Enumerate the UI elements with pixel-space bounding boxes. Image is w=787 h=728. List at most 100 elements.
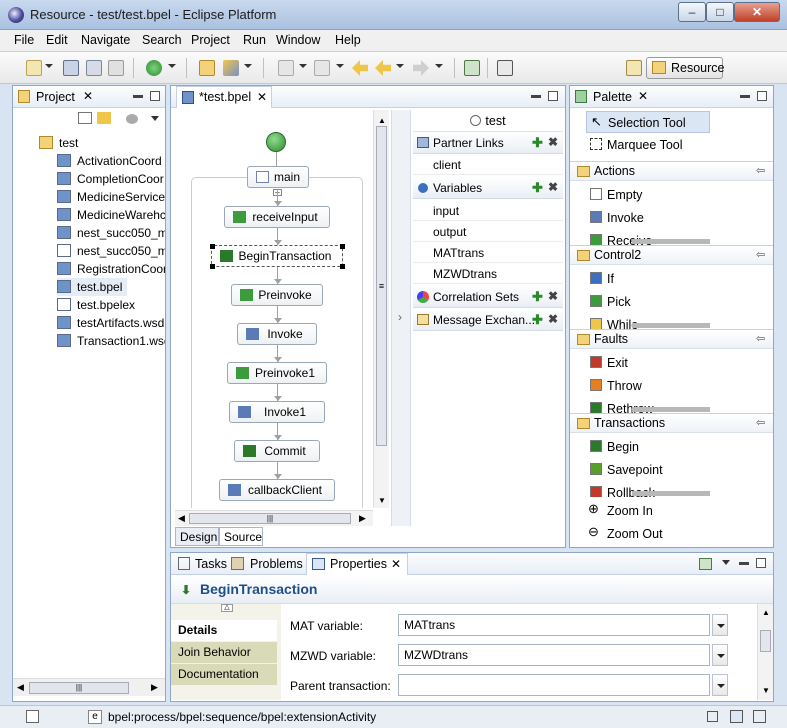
view-menu-icon[interactable]	[151, 116, 159, 121]
side-tab-documentation[interactable]: Documentation	[171, 664, 277, 685]
marquee-tool[interactable]: Marquee Tool	[586, 134, 710, 156]
maximize-button[interactable]: □	[706, 2, 734, 22]
scroll-up-icon[interactable]: ▲	[378, 116, 386, 125]
next-annotation-icon[interactable]	[278, 60, 294, 76]
add-message-exchange-icon[interactable]: ✚	[532, 312, 543, 328]
maximize-view-icon[interactable]	[548, 91, 558, 101]
filter-icon[interactable]	[126, 114, 138, 124]
close-tab-icon[interactable]: ✕	[638, 89, 648, 103]
mat-variable-field[interactable]: MATtrans	[398, 614, 710, 636]
selection-handle[interactable]	[340, 244, 345, 249]
activity-node[interactable]: callbackClient	[219, 479, 335, 501]
side-tab-details[interactable]: Details	[171, 620, 277, 641]
menu-project[interactable]: Project	[191, 33, 230, 47]
restore-icon[interactable]	[707, 711, 718, 722]
delete-partner-link-icon[interactable]: ✖	[548, 135, 558, 149]
selection-tool[interactable]: ↖ Selection Tool	[586, 111, 710, 133]
menu-window[interactable]: Window	[276, 33, 320, 47]
parent-transaction-field[interactable]	[398, 674, 710, 696]
chevron-down-icon[interactable]	[244, 64, 252, 68]
close-tab-icon[interactable]: ✕	[257, 90, 267, 104]
list-item[interactable]: output	[413, 221, 563, 242]
menu-help[interactable]: Help	[335, 33, 361, 47]
tab-design[interactable]: Design	[175, 527, 219, 546]
pin-view-icon[interactable]	[699, 558, 712, 570]
palette-drawer-header[interactable]: Actions ⇦	[570, 161, 773, 181]
add-partner-link-icon[interactable]: ✚	[532, 135, 543, 151]
message-exchanges-header[interactable]: Message Exchan... ✚ ✖	[413, 309, 563, 331]
list-item[interactable]: MATtrans	[413, 242, 563, 263]
list-item[interactable]: MZWDtrans	[413, 263, 563, 284]
chevron-down-icon[interactable]	[712, 674, 728, 696]
prev-annotation-icon[interactable]	[314, 60, 330, 76]
print-icon[interactable]	[108, 60, 124, 76]
fast-view-icon[interactable]	[26, 710, 39, 723]
scroll-thumb[interactable]	[760, 630, 771, 652]
activity-node[interactable]: Commit	[234, 440, 320, 462]
scroll-up-icon[interactable]: ▲	[762, 608, 770, 617]
zoom-in-tool[interactable]: ⊕ Zoom In	[586, 500, 710, 522]
menu-navigate[interactable]: Navigate	[81, 33, 130, 47]
scroll-left-icon[interactable]: ◀	[178, 513, 185, 524]
open-perspective-icon[interactable]	[626, 60, 642, 76]
canvas-hscrollbar[interactable]: ◀ ||| ▶	[175, 510, 373, 526]
menu-edit[interactable]: Edit	[46, 33, 68, 47]
tab-test-bpel[interactable]: *test.bpel ✕	[176, 86, 272, 108]
collapse-all-icon[interactable]	[78, 112, 92, 124]
correlation-sets-header[interactable]: Correlation Sets ✚ ✖	[413, 286, 563, 308]
palette-drawer-header[interactable]: Faults ⇦	[570, 329, 773, 349]
chevron-down-icon[interactable]	[45, 64, 53, 68]
variables-header[interactable]: Variables ✚ ✖	[413, 177, 563, 199]
drawer-scrollbar[interactable]	[632, 323, 710, 328]
palette-drawer-header[interactable]: Transactions ⇦	[570, 413, 773, 433]
palette-tool-item[interactable]: Begin	[586, 436, 710, 458]
scroll-right-icon[interactable]: ▶	[359, 513, 366, 524]
add-correlation-icon[interactable]: ✚	[532, 289, 543, 305]
palette-tool-item[interactable]: Exit	[586, 352, 710, 374]
minimize-view-icon[interactable]	[739, 562, 749, 565]
open-task-icon[interactable]	[223, 60, 239, 76]
selection-handle[interactable]	[210, 244, 215, 249]
pin-editor-icon[interactable]	[464, 60, 480, 76]
last-edit-icon[interactable]	[352, 60, 368, 76]
close-button[interactable]: ✕	[734, 2, 780, 22]
project-hscrollbar[interactable]: ◀ ||| ▶	[13, 678, 165, 696]
drawer-scrollbar[interactable]	[632, 239, 710, 244]
activity-node[interactable]: BeginTransaction	[210, 244, 345, 269]
tab-properties[interactable]: Properties ✕	[306, 553, 408, 575]
menu-run[interactable]: Run	[243, 33, 266, 47]
chevron-down-icon[interactable]	[336, 64, 344, 68]
palette-tool-item[interactable]: Invoke	[586, 207, 710, 229]
list-item[interactable]: client	[413, 154, 563, 175]
palette-drawer-header[interactable]: Control2 ⇦	[570, 245, 773, 265]
chevron-right-icon[interactable]: ›	[398, 310, 402, 324]
maximize-view-icon[interactable]	[756, 558, 766, 568]
forward-arrow-icon[interactable]	[413, 60, 429, 76]
menu-file[interactable]: File	[14, 33, 34, 47]
activity-node[interactable]: Invoke1	[229, 401, 325, 423]
selection-handle[interactable]	[210, 264, 215, 269]
tab-source[interactable]: Source	[219, 527, 263, 546]
link-editor-icon[interactable]	[97, 112, 111, 124]
close-tab-icon[interactable]: ✕	[83, 89, 93, 103]
chevron-down-icon[interactable]	[712, 614, 728, 636]
scroll-down-icon[interactable]: ▼	[762, 686, 770, 695]
chevron-down-icon[interactable]	[396, 64, 404, 68]
tab-tasks[interactable]: Tasks	[195, 557, 227, 571]
close-tab-icon[interactable]: ✕	[391, 557, 401, 571]
maximize-view-icon[interactable]	[757, 91, 767, 101]
menu-search[interactable]: Search	[142, 33, 182, 47]
scroll-thumb[interactable]: |||	[189, 513, 351, 524]
chevron-down-icon[interactable]	[435, 64, 443, 68]
scroll-right-icon[interactable]: ▶	[151, 682, 158, 693]
delete-message-exchange-icon[interactable]: ✖	[548, 312, 558, 326]
tab-problems[interactable]: Problems	[250, 557, 303, 571]
scroll-thumb[interactable]: |||	[29, 682, 129, 694]
screenshot-icon[interactable]	[497, 60, 513, 76]
console-icon[interactable]	[753, 710, 766, 723]
tab-project[interactable]: Project	[36, 90, 75, 104]
run-icon[interactable]	[146, 60, 162, 76]
partner-links-header[interactable]: Partner Links ✚ ✖	[413, 132, 563, 154]
palette-tool-item[interactable]: Pick	[586, 291, 710, 313]
minimize-button[interactable]: –	[678, 2, 706, 22]
